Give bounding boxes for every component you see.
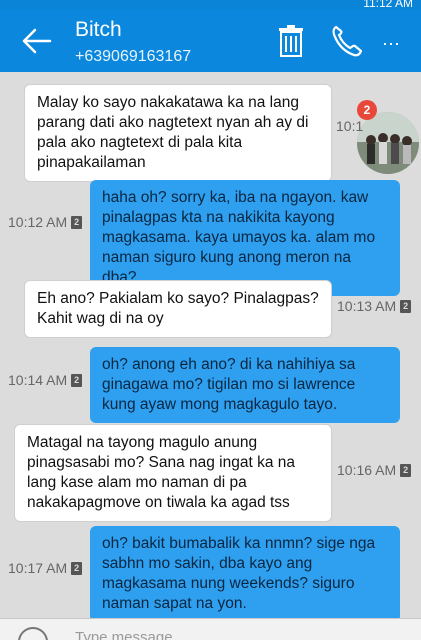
back-arrow-icon[interactable]: [20, 24, 54, 58]
message-bubble-incoming[interactable]: Eh ano? Pakialam ko sayo? Pinalagpas? Ka…: [24, 280, 332, 338]
message-composer: [0, 618, 421, 640]
more-options-icon[interactable]: ⋯: [382, 34, 401, 55]
contact-number: +639069163167: [75, 48, 192, 65]
message-bubble-outgoing[interactable]: oh? bakit bumabalik ka nnmn? sige nga sa…: [90, 526, 400, 618]
message-timestamp: 10:14 AM 2: [8, 372, 83, 388]
message-input[interactable]: [75, 627, 375, 640]
contact-name: Bitch: [75, 18, 122, 41]
message-text: oh? anong eh ano? di ka nahihiya sa gina…: [102, 356, 356, 413]
message-text: oh? bakit bumabalik ka nnmn? sige nga sa…: [102, 535, 376, 612]
message-timestamp: 10:13 AM 2: [337, 298, 412, 314]
message-timestamp: 10:17 AM 2: [8, 560, 83, 576]
sim-icon: 2: [71, 561, 83, 575]
conversation-header: Bitch +639069163167 ⋯: [0, 10, 421, 72]
message-text: Malay ko sayo nakakatawa ka na lang para…: [37, 94, 309, 171]
delete-icon[interactable]: [276, 24, 306, 58]
attach-icon[interactable]: [18, 627, 48, 640]
message-bubble-outgoing[interactable]: oh? anong eh ano? di ka nahihiya sa gina…: [90, 347, 400, 423]
sim-icon: 2: [400, 463, 412, 477]
message-text: Matagal na tayong magulo anung pinagsasa…: [27, 434, 296, 511]
sim-icon: 2: [71, 373, 83, 387]
sim-icon: 2: [71, 215, 83, 229]
sim-icon: 2: [400, 299, 412, 313]
call-icon[interactable]: [330, 24, 362, 58]
message-bubble-incoming[interactable]: Malay ko sayo nakakatawa ka na lang para…: [24, 84, 332, 182]
message-timestamp: 10:16 AM 2: [337, 462, 412, 478]
message-bubble-incoming[interactable]: Matagal na tayong magulo anung pinagsasa…: [14, 424, 332, 522]
message-bubble-outgoing[interactable]: haha oh? sorry ka, iba na ngayon. kaw pi…: [90, 180, 400, 296]
status-bar: 11:12 AM: [0, 0, 421, 10]
message-timestamp: 10:12 AM 2: [8, 214, 83, 230]
contact-avatar[interactable]: [357, 112, 419, 174]
unread-badge: 2: [357, 100, 377, 120]
status-time: 11:12 AM: [363, 0, 413, 10]
message-text: haha oh? sorry ka, iba na ngayon. kaw pi…: [102, 189, 376, 286]
message-text: Eh ano? Pakialam ko sayo? Pinalagpas? Ka…: [37, 290, 319, 327]
message-thread[interactable]: 2 10:1 Malay ko sayo nakakatawa ka na la…: [0, 72, 421, 618]
avatar-timestamp: 10:1: [336, 118, 364, 134]
